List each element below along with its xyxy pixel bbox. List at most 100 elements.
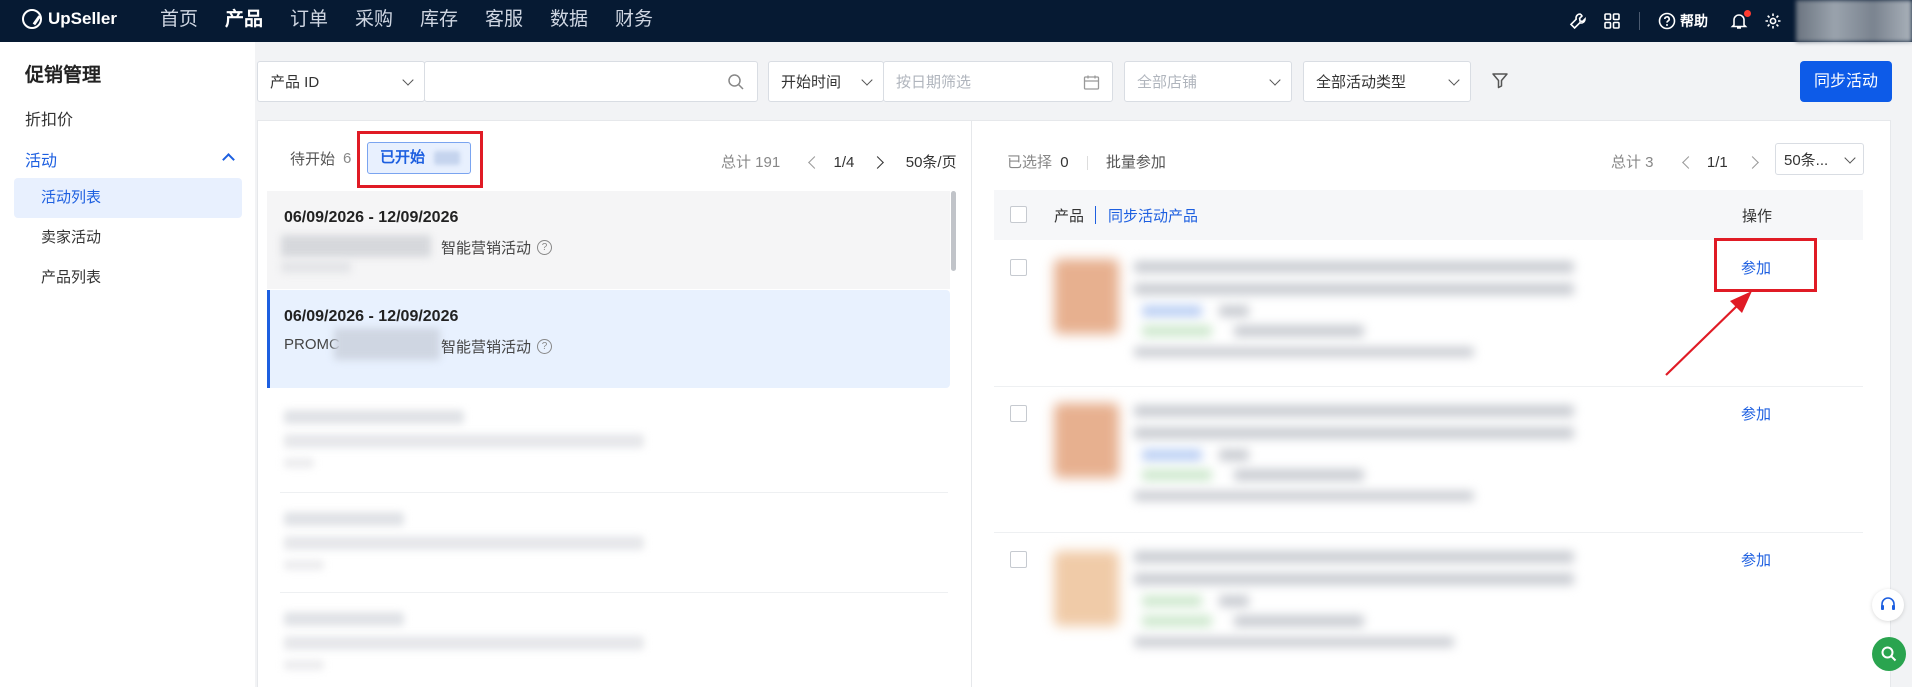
upseller-logo[interactable]: UpSeller — [22, 9, 117, 29]
highlight-box-join — [1714, 238, 1817, 292]
join-button[interactable]: 参加 — [1741, 403, 1771, 424]
nav-item-inventory[interactable]: 库存 — [420, 0, 486, 42]
product-table-header: 产品 同步活动产品 操作 — [994, 190, 1863, 240]
date-placeholder: 按日期筛选 — [896, 74, 972, 91]
search-icon — [1881, 646, 1897, 662]
selected-label: 已选择 — [1007, 154, 1053, 171]
nav-item-service[interactable]: 客服 — [485, 0, 551, 42]
store-select[interactable]: 全部店铺 — [1124, 61, 1292, 102]
sidebar-title: 促销管理 — [25, 65, 102, 86]
tab-pending[interactable]: 待开始 — [290, 148, 335, 169]
headset-icon — [1881, 597, 1895, 610]
sidebar-item-activity[interactable]: 活动 — [25, 147, 57, 171]
activity-status-tabs: 待开始 6 — [290, 148, 351, 169]
help-icon — [1658, 12, 1676, 30]
prev-page-icon[interactable] — [1681, 156, 1695, 169]
chevron-down-icon — [861, 74, 873, 86]
activity-type: 智能营销活动 ? — [441, 237, 553, 258]
nav-item-products[interactable]: 产品 — [225, 0, 291, 42]
activity-name-redacted — [334, 328, 440, 360]
sidebar-item-activity-list[interactable]: 活动列表 — [14, 178, 242, 218]
right-page-size-select[interactable]: 50条... — [1775, 143, 1864, 175]
sidebar-item-product-list[interactable]: 产品列表 — [14, 258, 242, 298]
bell-icon[interactable] — [1730, 10, 1751, 30]
search-input[interactable] — [424, 61, 758, 102]
activity-type-select[interactable]: 全部活动类型 — [1303, 61, 1471, 102]
sidebar: 促销管理 折扣价 活动 活动列表 卖家活动 产品列表 — [0, 42, 255, 687]
date-filter-input[interactable]: 按日期筛选 — [883, 61, 1113, 102]
list-scrollbar[interactable] — [951, 191, 956, 271]
highlight-box-tab — [357, 131, 483, 188]
nav-item-home[interactable]: 首页 — [160, 0, 226, 42]
nav-item-data[interactable]: 数据 — [550, 0, 616, 42]
activity-type: 智能营销活动 ? — [441, 336, 553, 357]
left-page-size[interactable]: 50条/页 — [906, 154, 957, 171]
search-float-button[interactable] — [1872, 637, 1906, 671]
prev-page-icon[interactable] — [808, 156, 822, 169]
help-label: 帮助 — [1680, 13, 1708, 29]
list-item[interactable] — [280, 606, 940, 686]
chevron-down-icon — [402, 74, 414, 86]
row-checkbox[interactable] — [1010, 259, 1027, 276]
gear-icon[interactable] — [1764, 12, 1782, 30]
nav-item-orders[interactable]: 订单 — [290, 0, 356, 42]
activity-meta-redacted — [281, 261, 351, 273]
filter-icon[interactable] — [1490, 70, 1510, 90]
row-checkbox[interactable] — [1010, 551, 1027, 568]
question-icon[interactable]: ? — [537, 240, 553, 255]
brand-name: UpSeller — [48, 9, 117, 28]
divider — [280, 592, 948, 593]
time-type-select[interactable]: 开始时间 — [768, 61, 884, 102]
question-icon[interactable]: ? — [537, 339, 553, 354]
id-type-select[interactable]: 产品 ID — [257, 61, 425, 102]
right-page: 1/1 — [1706, 154, 1728, 171]
list-item[interactable] — [280, 506, 940, 586]
user-account[interactable] — [1796, 0, 1912, 42]
activity-name-redacted — [281, 235, 431, 257]
nav-item-purchase[interactable]: 采购 — [355, 0, 421, 42]
left-page: 1/4 — [833, 154, 855, 171]
selected-count: 0 — [1060, 154, 1069, 171]
batch-join-button[interactable]: 批量参加 — [1106, 154, 1166, 171]
customer-service-button[interactable] — [1872, 589, 1904, 621]
tab-pending-count: 6 — [343, 150, 352, 167]
activity-type-value: 全部活动类型 — [1316, 74, 1407, 91]
activity-type-label: 智能营销活动 — [441, 339, 532, 356]
sidebar-item-discount[interactable]: 折扣价 — [25, 106, 73, 130]
next-page-icon[interactable] — [1746, 156, 1759, 169]
divider — [280, 492, 948, 493]
next-page-icon[interactable] — [870, 156, 884, 169]
row-checkbox[interactable] — [1010, 405, 1027, 422]
help-button[interactable]: 帮助 — [1658, 11, 1708, 31]
activity-card-selected[interactable]: 06/09/2026 - 12/09/2026 PROMC 智能营销活动 ? — [267, 290, 950, 388]
activity-date: 06/09/2026 - 12/09/2026 — [284, 209, 459, 226]
divider — [1639, 12, 1640, 30]
right-pager: 总计 3 1/1 — [1611, 151, 1759, 172]
activity-card[interactable]: 06/09/2026 - 12/09/2026 智能营销活动 ? — [267, 191, 950, 289]
product-image[interactable] — [1054, 403, 1119, 478]
right-total: 总计 3 — [1611, 154, 1654, 171]
activity-name: PROMC — [284, 336, 340, 353]
wrench-icon[interactable] — [1569, 12, 1587, 30]
chevron-down-icon — [1844, 152, 1856, 164]
grid-icon[interactable] — [1603, 12, 1621, 30]
sync-products-link[interactable]: 同步活动产品 — [1108, 205, 1198, 226]
list-item[interactable] — [280, 404, 940, 484]
chevron-down-icon — [1448, 74, 1460, 86]
product-image[interactable] — [1054, 551, 1119, 626]
nav-item-finance[interactable]: 财务 — [615, 0, 681, 42]
search-icon[interactable] — [727, 73, 745, 91]
chevron-down-icon — [1269, 74, 1281, 86]
sync-activity-button[interactable]: 同步活动 — [1800, 61, 1892, 102]
join-button[interactable]: 参加 — [1741, 549, 1771, 570]
selection-summary: 已选择 0 批量参加 — [1007, 151, 1166, 172]
select-all-checkbox[interactable] — [1010, 206, 1027, 223]
sidebar-item-seller-activity[interactable]: 卖家活动 — [14, 218, 242, 258]
product-image[interactable] — [1054, 259, 1119, 334]
annotation-arrow-icon — [1665, 291, 1752, 376]
column-action: 操作 — [1742, 208, 1773, 225]
column-product: 产品 — [1054, 208, 1085, 225]
chevron-up-icon[interactable] — [222, 153, 235, 166]
id-type-value: 产品 ID — [270, 74, 320, 91]
logo-icon — [22, 9, 42, 29]
